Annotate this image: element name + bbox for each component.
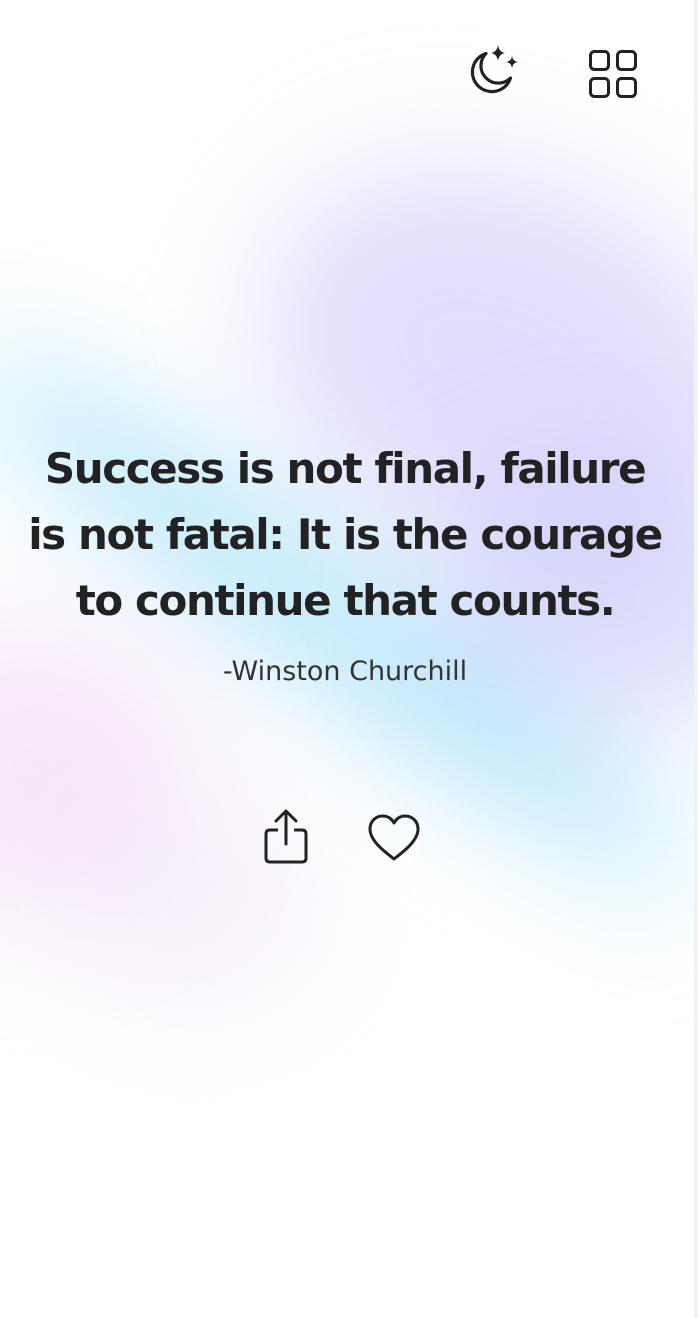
quote-author: -Winston Churchill bbox=[222, 656, 468, 687]
quote-text: Success is not final, failure is not fat… bbox=[28, 444, 663, 625]
share-icon bbox=[264, 809, 308, 864]
quote-actions bbox=[0, 806, 698, 870]
grid-icon bbox=[589, 50, 637, 98]
theme-toggle-button[interactable] bbox=[458, 44, 524, 104]
top-bar bbox=[0, 44, 698, 108]
heart-icon bbox=[368, 814, 420, 861]
categories-menu-button[interactable] bbox=[582, 44, 644, 104]
share-button[interactable] bbox=[258, 806, 314, 868]
like-button[interactable] bbox=[364, 810, 424, 866]
quote-card: Success is not final, failure is not fat… bbox=[20, 436, 670, 690]
moon-stars-icon bbox=[470, 45, 518, 94]
scrollbar-track bbox=[694, 0, 698, 1318]
